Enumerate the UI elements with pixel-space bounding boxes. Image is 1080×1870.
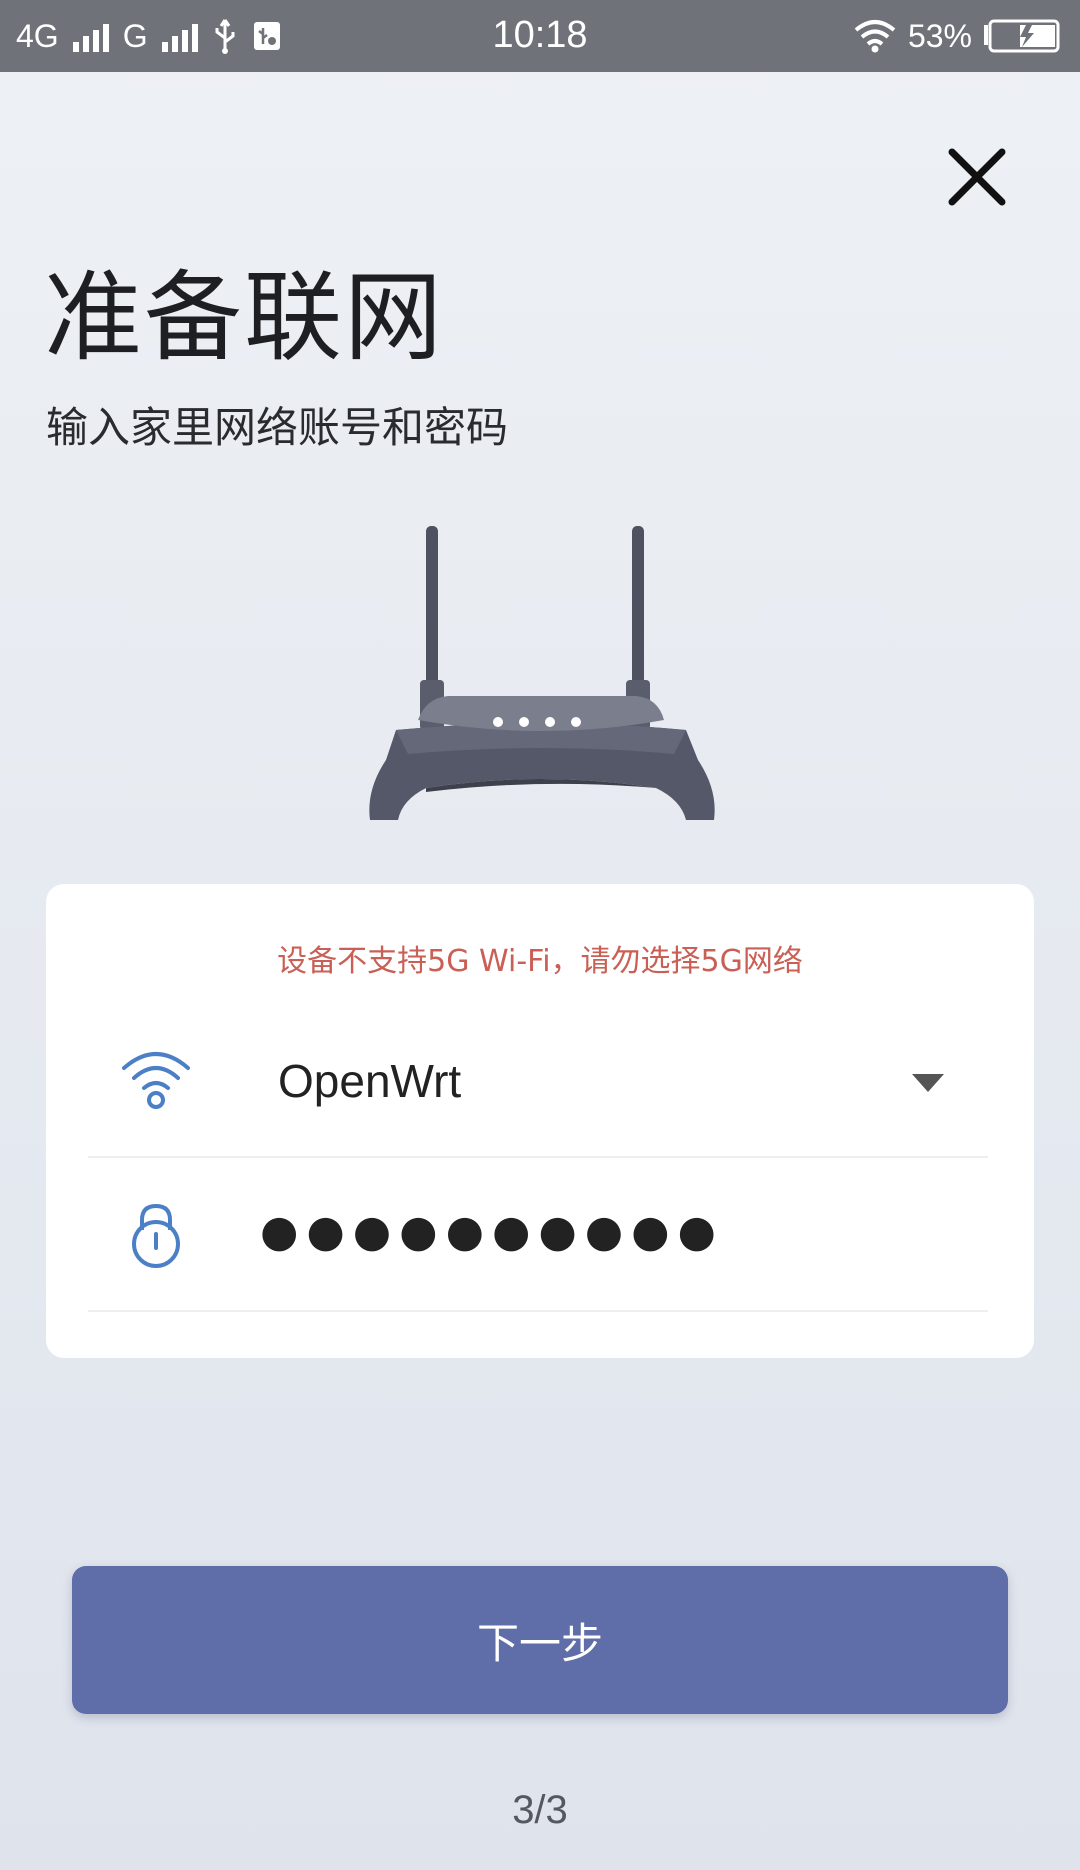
- chevron-down-icon[interactable]: [908, 1070, 948, 1096]
- status-bar: 4G G 10:18 53%: [0, 0, 1080, 72]
- wifi-status-icon: [854, 20, 896, 53]
- status-right: 53%: [852, 14, 1062, 58]
- battery-percent: 53%: [907, 17, 972, 54]
- password-value: ●●●●●●●●●●: [260, 1206, 724, 1257]
- router-illustration: [369, 526, 715, 820]
- close-icon[interactable]: [940, 140, 1014, 214]
- lock-icon: [132, 1203, 180, 1268]
- network-form-card: 设备不支持5G Wi-Fi，请勿选择5G网络 OpenWrt ●●●●●●●●●…: [46, 884, 1034, 1358]
- password-field[interactable]: ●●●●●●●●●●: [88, 1160, 988, 1312]
- page-title: 准备联网: [44, 261, 445, 375]
- wifi-icon: [122, 1052, 190, 1109]
- ssid-selector[interactable]: OpenWrt: [88, 1006, 988, 1158]
- ssid-value: OpenWrt: [278, 1055, 462, 1107]
- battery-icon: [984, 19, 1060, 53]
- 5g-warning-text: 设备不支持5G Wi-Fi，请勿选择5G网络: [277, 944, 803, 979]
- page-indicator: 3/3: [512, 1788, 568, 1832]
- page-subtitle: 输入家里网络账号和密码: [46, 403, 509, 452]
- next-step-button[interactable]: 下一步: [72, 1566, 1008, 1714]
